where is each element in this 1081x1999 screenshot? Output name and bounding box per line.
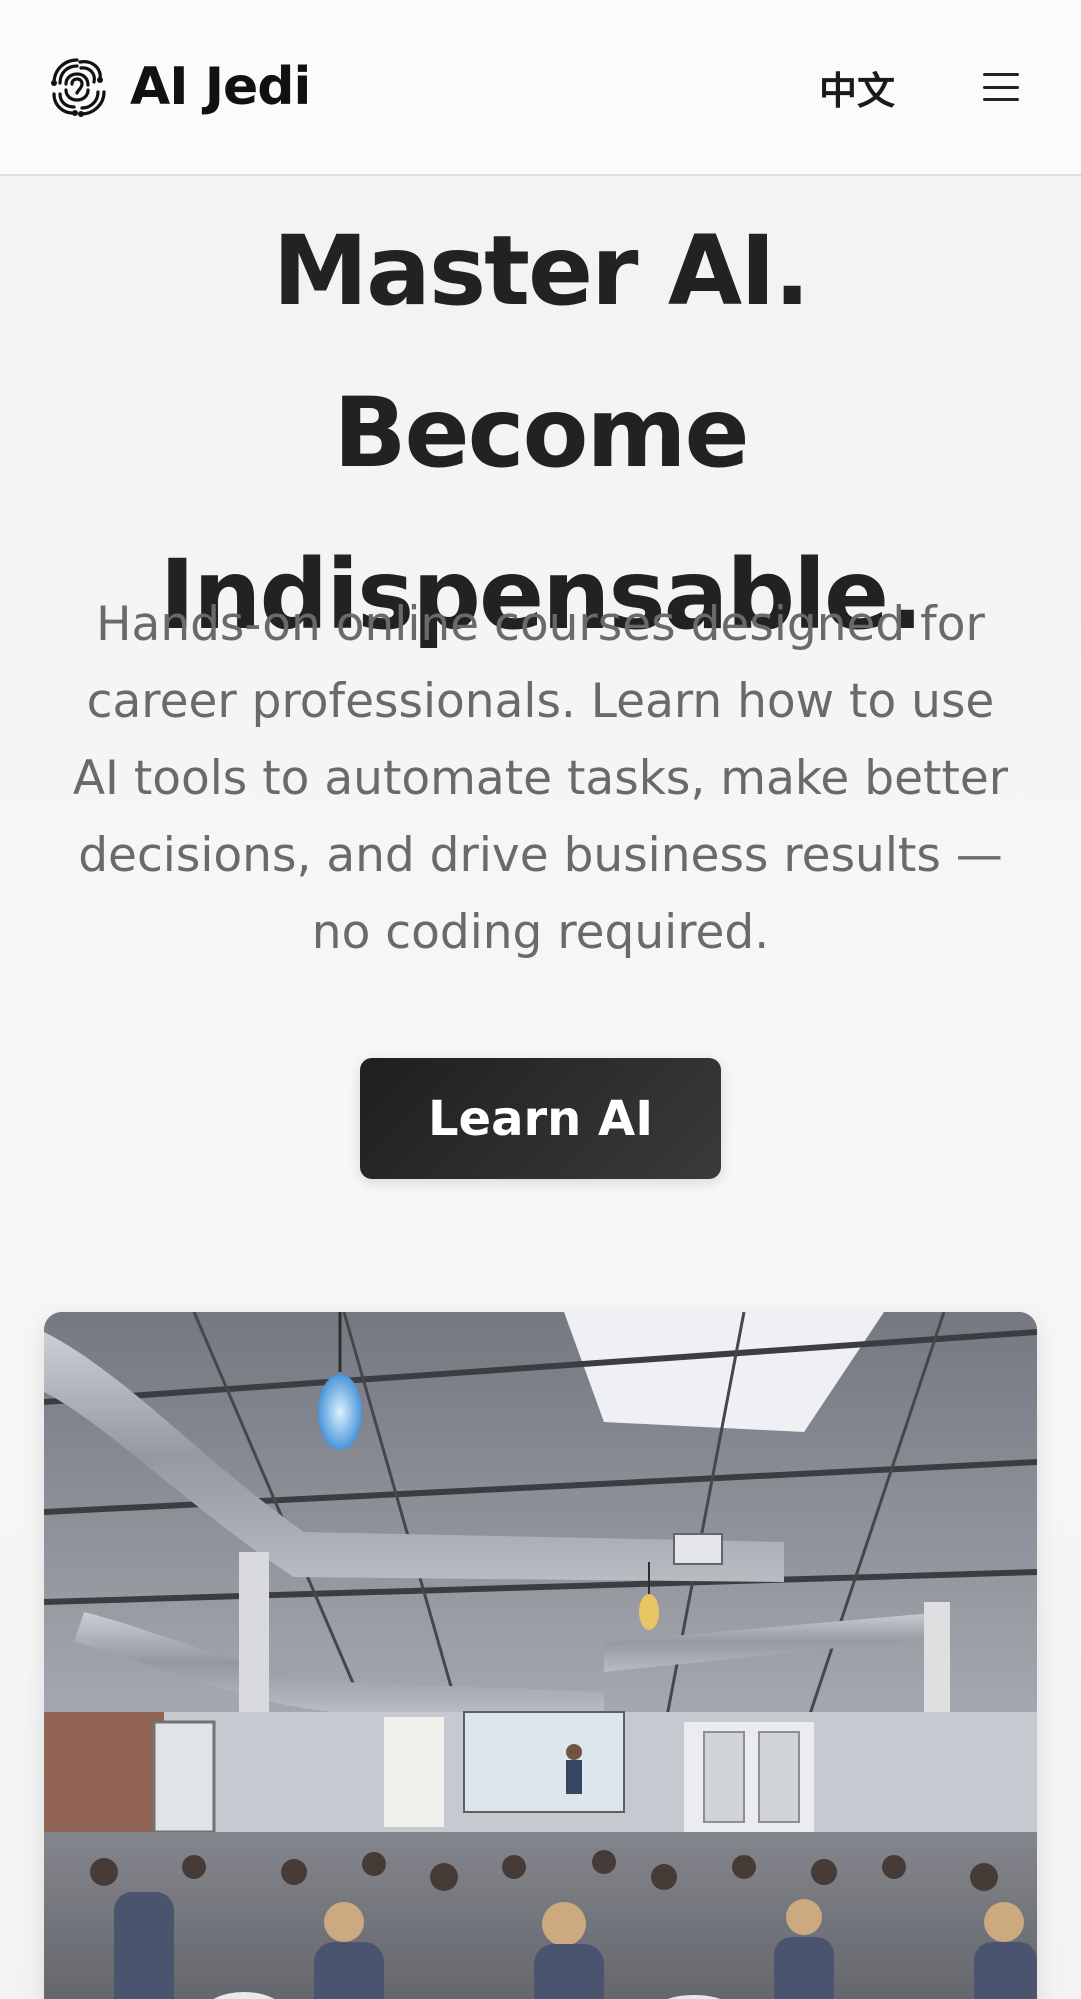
menu-bar-top: [983, 73, 1019, 76]
brand-home-link[interactable]: AI Jedi: [44, 54, 311, 120]
hamburger-menu-icon[interactable]: [979, 67, 1023, 107]
menu-bar-bottom: [983, 98, 1019, 101]
language-switch-link[interactable]: 中文: [819, 60, 895, 115]
header-actions: 中文: [819, 60, 1023, 115]
hero-subtitle: Hands-on online courses designed for car…: [72, 597, 1009, 960]
event-photo-illustration: [44, 1312, 1037, 1999]
menu-bar-middle: [983, 85, 1019, 89]
site-header: AI Jedi 中文: [0, 0, 1081, 176]
brand-name: AI Jedi: [130, 57, 311, 117]
event-photo: [44, 1312, 1037, 1999]
page: AI Jedi 中文 Master AI. Become Indispensab…: [0, 0, 1081, 1999]
swirl-brain-logo-icon: [51, 58, 106, 117]
learn-ai-button[interactable]: Learn AI: [360, 1058, 721, 1179]
